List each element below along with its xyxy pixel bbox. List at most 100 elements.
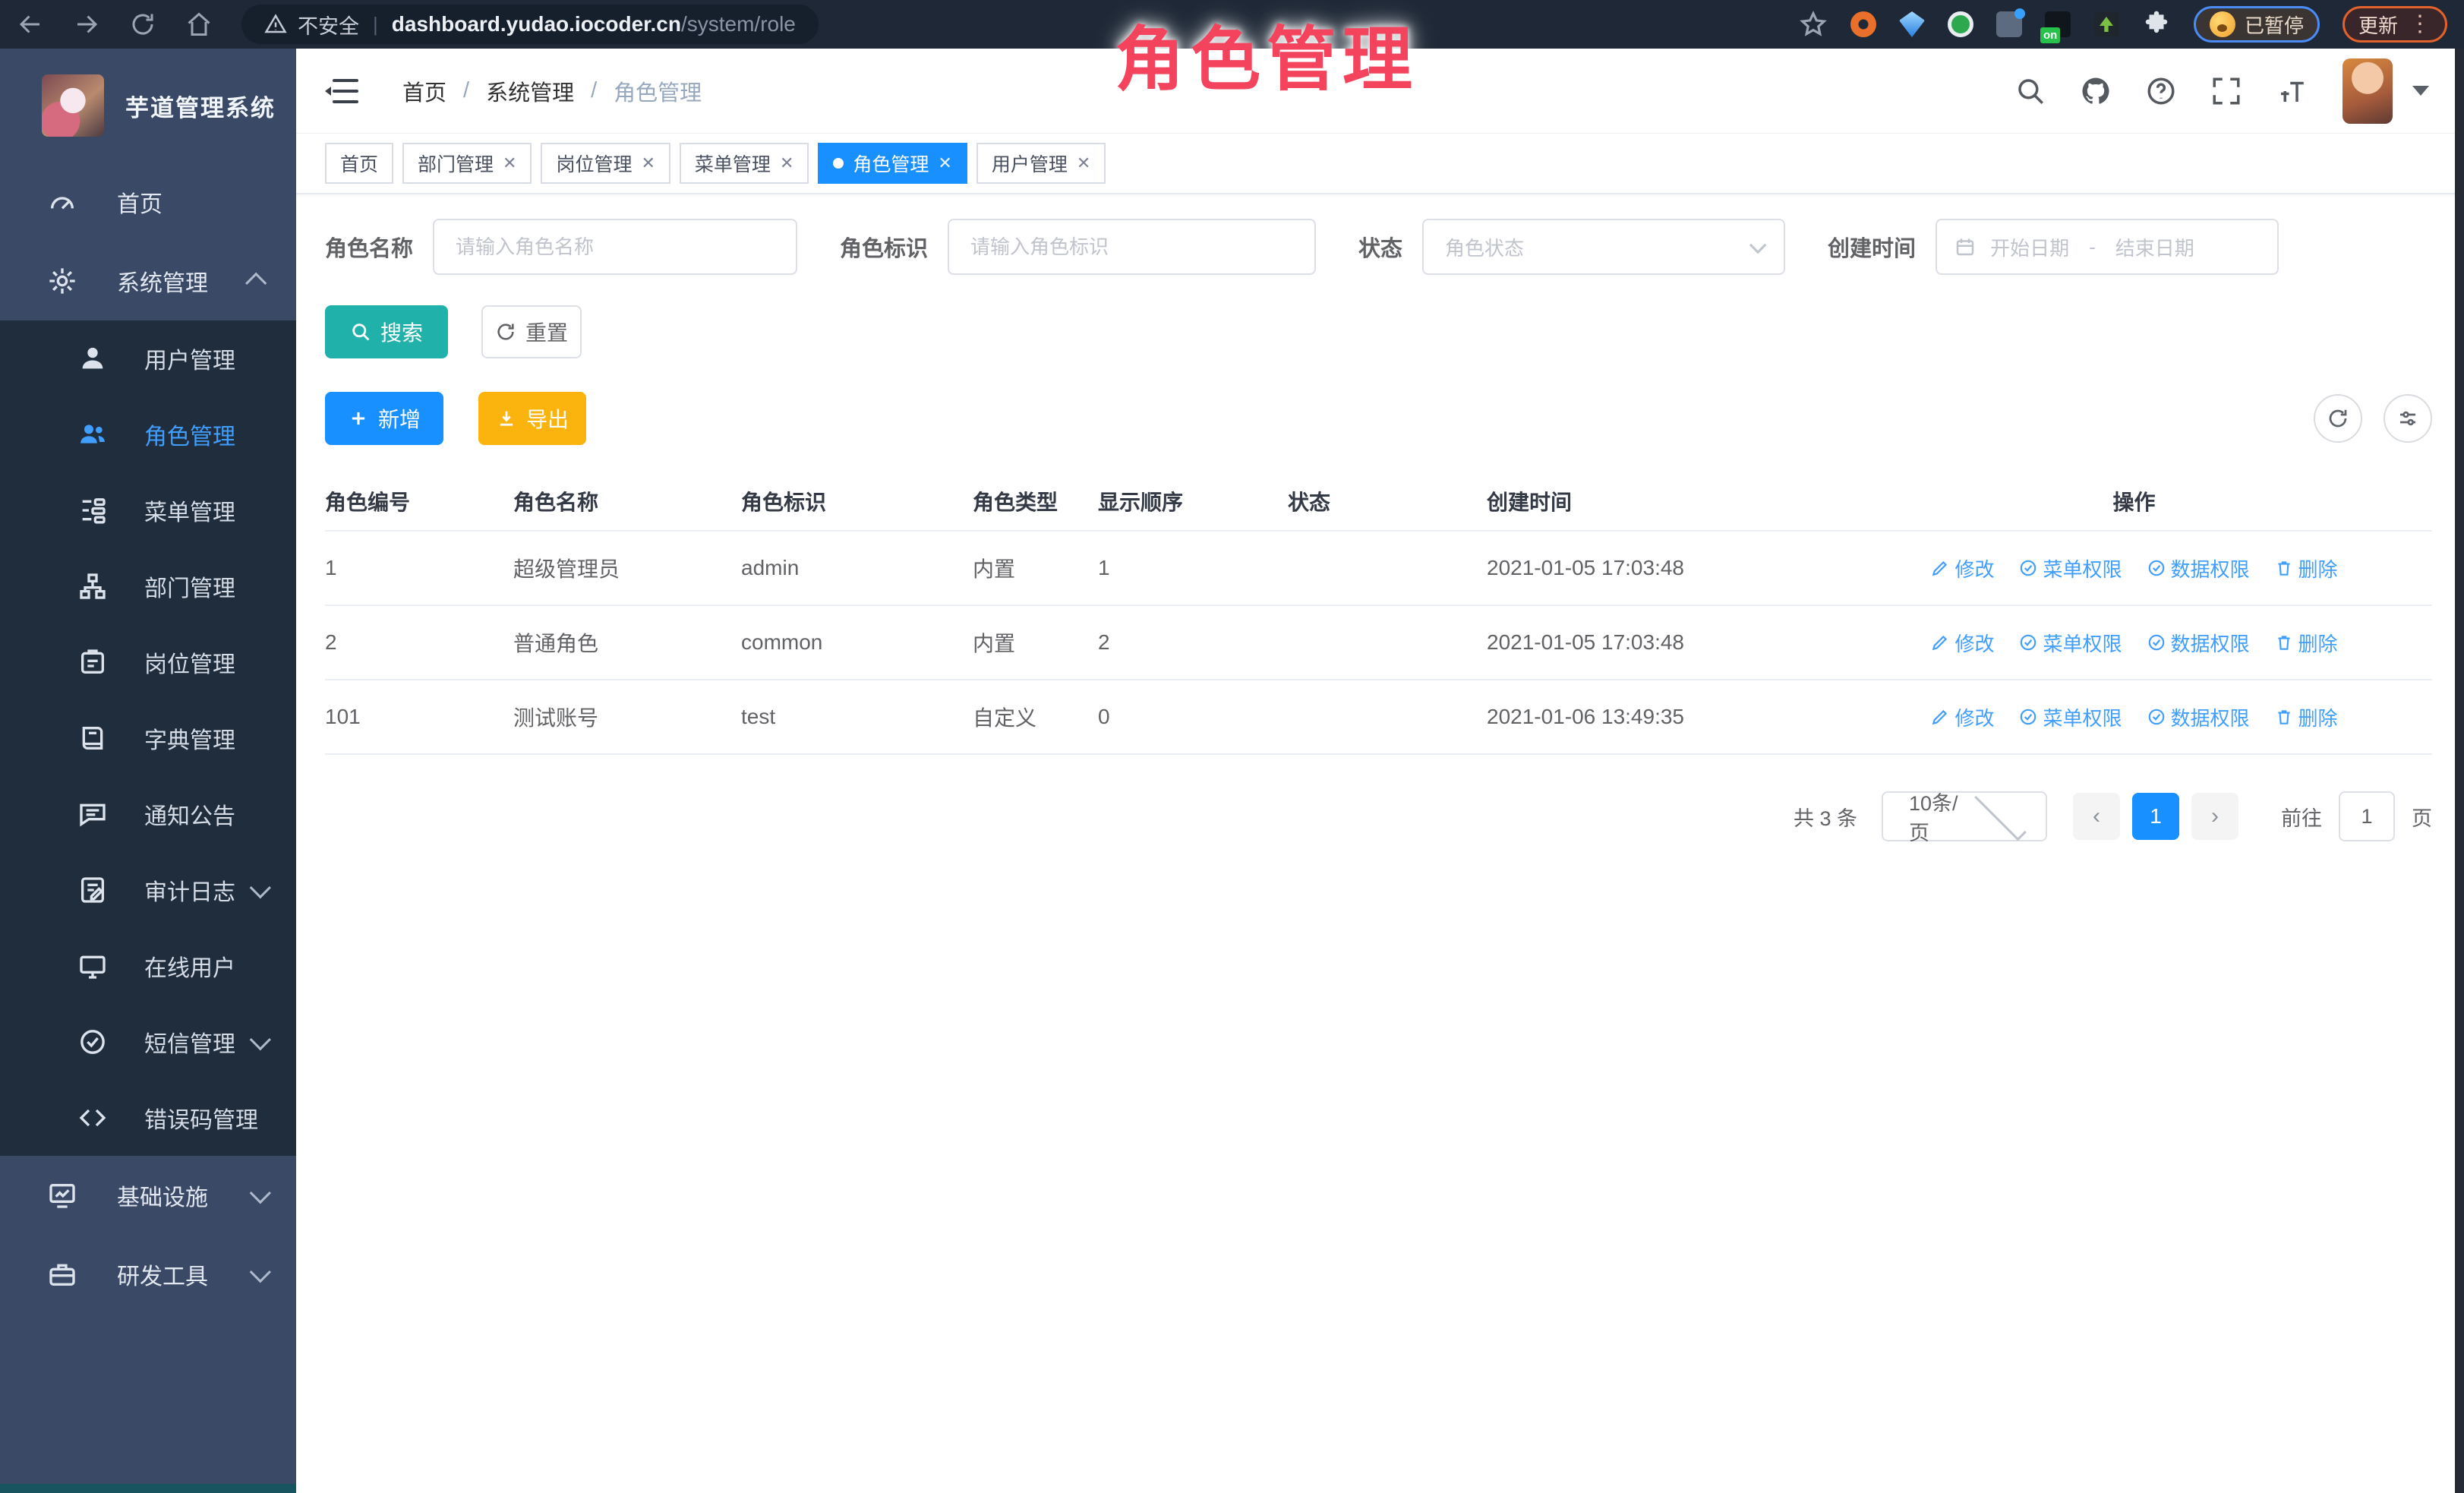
sidebar-item-dev-tools[interactable]: 研发工具 bbox=[0, 1235, 296, 1314]
app-title: 芋道管理系统 bbox=[125, 89, 276, 123]
tag-tab-menus[interactable]: 菜单管理 bbox=[680, 143, 809, 184]
breadcrumb-system[interactable]: 系统管理 bbox=[486, 75, 574, 107]
paused-extension-pill[interactable]: 已暂停 bbox=[2194, 6, 2320, 43]
sidebar-logo-row[interactable]: 芋道管理系统 bbox=[0, 49, 296, 163]
online-users-icon bbox=[77, 951, 108, 981]
status-select[interactable]: 角色状态 bbox=[1422, 219, 1785, 275]
browser-menu-dots-icon[interactable]: ⋮ bbox=[2409, 13, 2431, 36]
close-icon[interactable] bbox=[780, 155, 793, 172]
back-icon[interactable] bbox=[17, 11, 44, 38]
sidebar-item-sms[interactable]: 短信管理 bbox=[0, 1004, 296, 1080]
next-page-button[interactable]: › bbox=[2191, 793, 2238, 840]
tab-label: 部门管理 bbox=[418, 150, 494, 177]
reload-icon[interactable] bbox=[129, 11, 156, 38]
table-row: 2 普通角色 common 内置 2 2021-01-05 17:03:48 修… bbox=[325, 606, 2432, 680]
delete-link[interactable]: 删除 bbox=[2274, 703, 2338, 731]
org-tree-icon bbox=[77, 571, 108, 601]
app-logo bbox=[42, 74, 104, 137]
extension-icon-gem[interactable] bbox=[1899, 11, 1925, 37]
github-icon[interactable] bbox=[2080, 75, 2112, 107]
sidebar-item-audit-log[interactable]: 审计日志 bbox=[0, 852, 296, 928]
search-icon[interactable] bbox=[2014, 75, 2046, 107]
sidebar-item-label: 通知公告 bbox=[144, 797, 235, 831]
bookmark-star-icon[interactable] bbox=[1799, 10, 1828, 39]
font-size-icon[interactable] bbox=[2276, 75, 2308, 107]
menu-permission-link[interactable]: 菜单权限 bbox=[2018, 703, 2122, 731]
extensions-puzzle-icon[interactable] bbox=[2142, 10, 2171, 39]
page-size-select[interactable]: 10条/页 bbox=[1882, 791, 2047, 841]
circle-check-icon bbox=[2147, 558, 2166, 578]
badge-icon bbox=[77, 647, 108, 677]
data-permission-link[interactable]: 数据权限 bbox=[2147, 554, 2250, 582]
tag-tab-home[interactable]: 首页 bbox=[325, 143, 393, 184]
column-settings-button[interactable] bbox=[2384, 394, 2432, 443]
menu-permission-link[interactable]: 菜单权限 bbox=[2018, 554, 2122, 582]
cell-role-name: 普通角色 bbox=[513, 627, 741, 658]
close-icon[interactable] bbox=[1077, 155, 1090, 172]
extension-icon-green[interactable] bbox=[1948, 11, 1973, 37]
goto-page-input[interactable] bbox=[2339, 791, 2395, 841]
date-range-picker[interactable]: 开始日期 - 结束日期 bbox=[1936, 219, 2279, 275]
add-button[interactable]: 新增 bbox=[325, 392, 443, 445]
data-permission-link[interactable]: 数据权限 bbox=[2147, 629, 2250, 657]
settings-icon bbox=[2396, 407, 2419, 430]
delete-link[interactable]: 删除 bbox=[2274, 629, 2338, 657]
sidebar-item-notices[interactable]: 通知公告 bbox=[0, 776, 296, 852]
active-dot bbox=[833, 158, 844, 169]
monitor-icon bbox=[47, 1180, 77, 1210]
close-icon[interactable] bbox=[503, 155, 516, 172]
extension-icon-orange[interactable] bbox=[1850, 11, 1876, 37]
menu-permission-link[interactable]: 菜单权限 bbox=[2018, 629, 2122, 657]
current-page-button[interactable]: 1 bbox=[2132, 793, 2179, 840]
page-unit-label: 页 bbox=[2412, 802, 2432, 832]
refresh-icon bbox=[2327, 407, 2349, 430]
breadcrumb-home[interactable]: 首页 bbox=[402, 75, 446, 107]
browser-update-button[interactable]: 更新 ⋮ bbox=[2343, 6, 2447, 43]
close-icon[interactable] bbox=[938, 155, 951, 172]
export-button[interactable]: 导出 bbox=[478, 392, 586, 445]
sidebar-item-error-codes[interactable]: 错误码管理 bbox=[0, 1080, 296, 1156]
tag-tab-posts[interactable]: 岗位管理 bbox=[541, 143, 670, 184]
help-icon[interactable] bbox=[2145, 75, 2177, 107]
avatar[interactable] bbox=[2343, 58, 2393, 124]
close-icon[interactable] bbox=[641, 155, 655, 172]
sidebar-item-posts[interactable]: 岗位管理 bbox=[0, 624, 296, 700]
reset-button-label: 重置 bbox=[525, 317, 568, 347]
reset-button[interactable]: 重置 bbox=[481, 305, 582, 358]
page-size-value: 10条/页 bbox=[1909, 787, 1968, 846]
sidebar-item-home[interactable]: 首页 bbox=[0, 163, 296, 241]
caret-down-icon[interactable] bbox=[2412, 86, 2429, 96]
home-icon[interactable] bbox=[185, 11, 213, 38]
edit-link[interactable]: 修改 bbox=[1930, 629, 1994, 657]
sidebar-item-system[interactable]: 系统管理 bbox=[0, 241, 296, 320]
prev-page-button[interactable]: ‹ bbox=[2073, 793, 2120, 840]
delete-link[interactable]: 删除 bbox=[2274, 554, 2338, 582]
extension-icon-grid[interactable] bbox=[1996, 11, 2022, 37]
role-key-input[interactable] bbox=[948, 219, 1316, 275]
role-name-input[interactable] bbox=[433, 219, 797, 275]
edit-link[interactable]: 修改 bbox=[1930, 554, 1994, 582]
extension-icon-switch[interactable]: on bbox=[2045, 11, 2071, 37]
sidebar-item-departments[interactable]: 部门管理 bbox=[0, 548, 296, 624]
forward-icon[interactable] bbox=[73, 11, 100, 38]
fullscreen-icon[interactable] bbox=[2210, 75, 2242, 107]
sidebar-item-users[interactable]: 用户管理 bbox=[0, 320, 296, 396]
refresh-table-button[interactable] bbox=[2314, 394, 2362, 443]
sidebar-item-dictionary[interactable]: 字典管理 bbox=[0, 700, 296, 776]
sidebar-item-roles[interactable]: 角色管理 bbox=[0, 396, 296, 472]
extension-icon-plant[interactable] bbox=[2093, 11, 2119, 37]
sidebar-item-online-users[interactable]: 在线用户 bbox=[0, 928, 296, 1004]
data-permission-link[interactable]: 数据权限 bbox=[2147, 703, 2250, 731]
calendar-icon bbox=[1954, 235, 1977, 258]
edit-link[interactable]: 修改 bbox=[1930, 703, 1994, 731]
collapse-sidebar-icon[interactable] bbox=[325, 77, 358, 105]
window-scrollbar[interactable] bbox=[2455, 49, 2464, 1493]
tag-tab-users[interactable]: 用户管理 bbox=[976, 143, 1106, 184]
sidebar-item-menus[interactable]: 菜单管理 bbox=[0, 472, 296, 548]
address-bar[interactable]: 不安全 | dashboard.yudao.iocoder.cn /system… bbox=[241, 5, 819, 44]
add-button-label: 新增 bbox=[378, 403, 421, 434]
sidebar-item-infrastructure[interactable]: 基础设施 bbox=[0, 1156, 296, 1235]
tag-tab-roles[interactable]: 角色管理 bbox=[818, 143, 967, 184]
search-button[interactable]: 搜索 bbox=[325, 305, 448, 358]
tag-tab-departments[interactable]: 部门管理 bbox=[402, 143, 532, 184]
